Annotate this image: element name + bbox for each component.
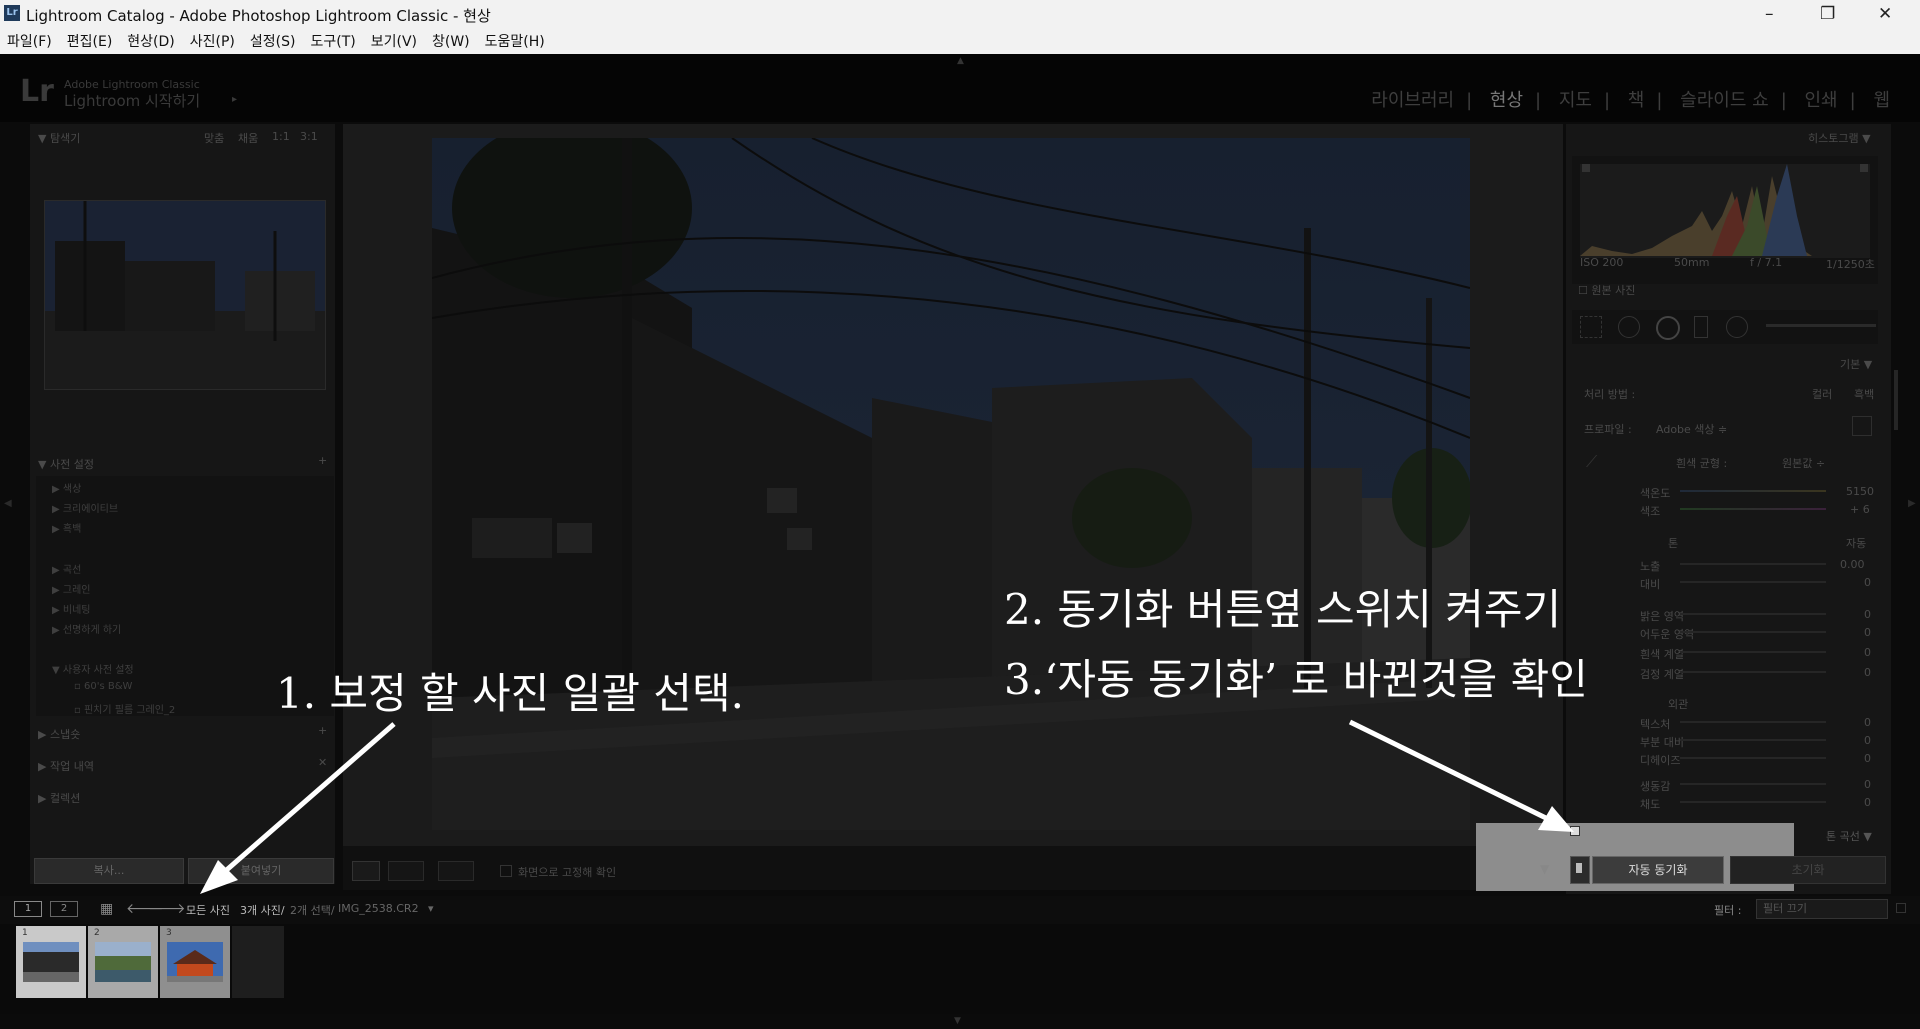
arrow-to-filmstrip <box>220 722 396 876</box>
annotation-step2: 2. 동기화 버튼옆 스위치 켜주기 <box>1004 585 1562 634</box>
annotation-step3: 3.‘자동 동기화’ 로 바뀐것을 확인 <box>1004 655 1588 704</box>
arrow-to-sync-switch <box>1348 719 1552 823</box>
annotation-arrows <box>200 719 1574 894</box>
annotation-step1: 1. 보정 할 사진 일괄 선택. <box>276 669 744 718</box>
